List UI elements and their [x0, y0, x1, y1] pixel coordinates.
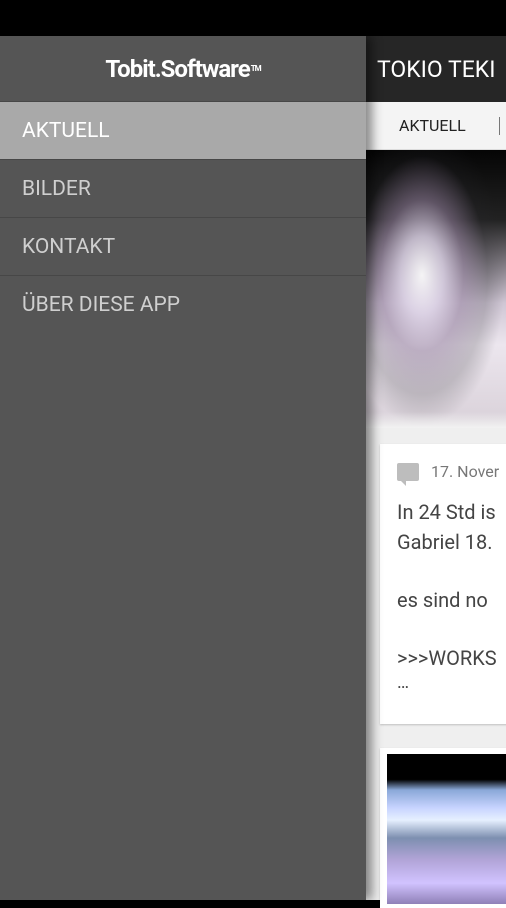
app-title: TOKIO TEKI: [377, 55, 496, 83]
app-bar: TOKIO TEKI: [366, 36, 506, 102]
tab-aktuell[interactable]: AKTUELL: [399, 116, 466, 135]
logo-tm: TM: [250, 64, 262, 73]
drawer-item-label: AKTUELL: [22, 118, 110, 143]
card-meta: 17. Nover: [397, 462, 506, 486]
card-line-2: Gabriel 18.: [397, 530, 493, 554]
tab-separator: [498, 116, 500, 135]
tab-strip: AKTUELL: [366, 102, 506, 150]
card-ellipsis: …: [397, 672, 410, 693]
card-gap: [397, 557, 506, 585]
main-content: TOKIO TEKI AKTUELL 17. Nover In 24 Std i…: [366, 36, 506, 908]
card-line-3: es sind no: [397, 588, 488, 612]
navigation-drawer: Tobit.Software TM AKTUELL BILDER KONTAKT…: [0, 36, 366, 900]
logo-text: Tobit.Software: [105, 54, 250, 83]
drawer-logo: Tobit.Software TM: [0, 36, 366, 102]
card-date: 17. Nover: [431, 462, 500, 481]
card-body: In 24 Std is Gabriel 18. es sind no >>>W…: [397, 497, 506, 693]
card-line-4: >>>WORKS: [397, 646, 497, 670]
news-card[interactable]: 17. Nover In 24 Std is Gabriel 18. es si…: [380, 444, 506, 724]
hero-image[interactable]: [366, 150, 506, 428]
image-card[interactable]: [380, 748, 506, 908]
drawer-item-label: KONTAKT: [22, 234, 116, 259]
drawer-item-label: ÜBER DIESE APP: [22, 293, 181, 317]
drawer-item-aktuell[interactable]: AKTUELL: [0, 102, 366, 160]
drawer-item-ueber-diese-app[interactable]: ÜBER DIESE APP: [0, 276, 366, 334]
comment-icon: [397, 462, 419, 486]
drawer-item-bilder[interactable]: BILDER: [0, 160, 366, 218]
card-gap-2: [397, 615, 506, 643]
drawer-item-label: BILDER: [22, 176, 91, 201]
drawer-item-kontakt[interactable]: KONTAKT: [0, 218, 366, 276]
card-line-1: In 24 Std is: [397, 500, 496, 524]
card-image: [387, 754, 506, 904]
status-bar: [0, 0, 506, 36]
